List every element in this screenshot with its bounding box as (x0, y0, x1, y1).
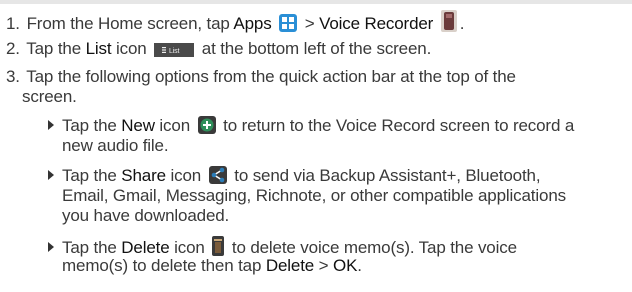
bullet-text: to delete voice memo(s). Tap the voice (227, 238, 517, 257)
bullet-text: Tap the (62, 238, 122, 257)
new-plus-icon (197, 116, 216, 139)
ok-label: OK (333, 256, 358, 275)
step-text: Tap the (26, 39, 86, 58)
bullet-arrow-icon (48, 170, 54, 180)
step-3: 3. Tap the following options from the qu… (6, 67, 516, 87)
bullet-text: Tap the (62, 116, 122, 135)
bullet-text: icon (165, 166, 202, 185)
bullet-arrow-icon (48, 242, 54, 252)
bullet-share-continued-1: Email, Gmail, Messaging, Richnote, or ot… (62, 186, 566, 206)
bullet-text: Tap the (62, 166, 122, 185)
step-end: . (459, 14, 465, 33)
bullet-arrow-icon (48, 120, 54, 130)
list-label: List (85, 39, 112, 58)
separator: > (300, 14, 320, 33)
bullet-text: icon (154, 116, 191, 135)
step-text: Tap the following options from the quick… (26, 67, 516, 86)
bullet-text: new audio file. (62, 136, 169, 155)
svg-text:List: List (169, 48, 179, 55)
separator: > (314, 256, 334, 275)
voice-recorder-label: Voice Recorder (319, 14, 434, 33)
step-number: 1. (6, 14, 20, 33)
bullet-share-continued-2: you have downloaded. (62, 206, 229, 226)
step-3-continued: screen. (22, 87, 77, 107)
top-strip (0, 0, 632, 4)
step-number: 2. (6, 39, 20, 58)
new-label: New (121, 116, 155, 135)
apps-label: Apps (233, 14, 272, 33)
step-text: icon (111, 39, 147, 58)
bullet-text: to send via Backup Assistant+, Bluetooth… (229, 166, 541, 185)
bullet-text: you have downloaded. (62, 206, 230, 225)
bullet-text: memo(s) to delete then tap (62, 256, 266, 275)
bullet-text: Email, Gmail, Messaging, Richnote, or ot… (62, 186, 566, 205)
step-2: 2. Tap the List icon List at the bottom … (6, 39, 431, 62)
bullet-text: icon (169, 238, 205, 257)
step-text: screen. (22, 87, 77, 106)
step-1: 1. From the Home screen, tap Apps > Voic… (6, 10, 464, 37)
bullet-text: to return to the Voice Record screen to … (218, 116, 575, 135)
step-text: at the bottom left of the screen. (197, 39, 432, 58)
apps-grid-icon (279, 14, 298, 37)
step-end: . (357, 256, 362, 275)
list-icon: List (154, 42, 195, 62)
bullet-delete-continued: memo(s) to delete then tap Delete > OK. (62, 256, 362, 276)
bullet-new-continued: new audio file. (62, 136, 169, 156)
delete-label: Delete (121, 238, 170, 257)
share-label: Share (121, 166, 166, 185)
voice-recorder-icon (440, 10, 457, 37)
step-text: From the Home screen, tap (26, 14, 234, 33)
delete-label: Delete (265, 256, 315, 275)
step-number: 3. (6, 67, 20, 86)
